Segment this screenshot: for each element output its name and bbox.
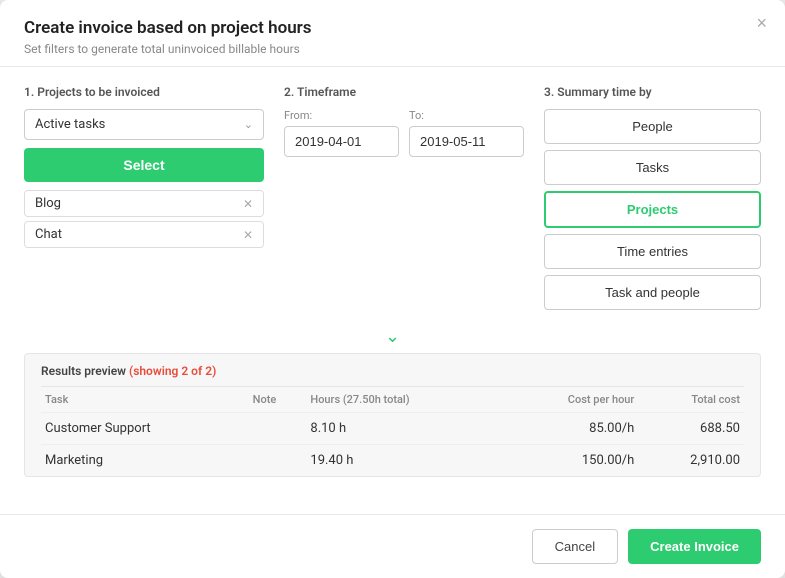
row-task: Marketing (41, 445, 249, 477)
dialog: Create invoice based on project hours Se… (0, 0, 785, 578)
from-label: From: (284, 109, 399, 122)
projects-dropdown[interactable]: Active tasks ⌄ (24, 109, 264, 140)
from-field: From: (284, 109, 399, 157)
chevron-down-icon: ⌄ (244, 118, 253, 131)
to-label: To: (409, 109, 524, 122)
row-total-cost: 688.50 (638, 413, 744, 445)
row-cost-per-hour: 85.00/h (502, 413, 638, 445)
row-note (249, 445, 307, 477)
dialog-footer: Cancel Create Invoice (0, 514, 785, 578)
cancel-button[interactable]: Cancel (532, 529, 618, 564)
dialog-subtitle: Set filters to generate total uninvoiced… (24, 42, 761, 56)
table-header-row: Task Note Hours (27.50h total) Cost per … (41, 387, 744, 413)
to-input[interactable] (409, 126, 524, 157)
summary-btn-time-entries[interactable]: Time entries (544, 234, 761, 269)
row-cost-per-hour: 150.00/h (502, 445, 638, 477)
close-button[interactable]: × (756, 14, 767, 32)
timeframe-row: From: To: (284, 109, 524, 157)
row-hours: 8.10 h (306, 413, 502, 445)
selected-item-label: Chat (35, 227, 62, 242)
dialog-body: 1. Projects to be invoiced Active tasks … (0, 67, 785, 504)
row-hours: 19.40 h (306, 445, 502, 477)
summary-label: 3. Summary time by (544, 85, 761, 99)
summary-btn-tasks[interactable]: Tasks (544, 150, 761, 185)
col-hours: Hours (27.50h total) (306, 387, 502, 413)
table-row: Customer Support 8.10 h 85.00/h 688.50 (41, 413, 744, 445)
results-header: Results preview (showing 2 of 2) (41, 364, 744, 378)
summary-btn-people[interactable]: People (544, 109, 761, 144)
selected-item: Blog ✕ (24, 190, 264, 217)
selected-item-label: Blog (35, 196, 61, 211)
timeframe-column: 2. Timeframe From: To: (284, 85, 524, 157)
remove-item-icon[interactable]: ✕ (243, 197, 253, 211)
summary-column: 3. Summary time by People Tasks Projects… (544, 85, 761, 316)
col-note: Note (249, 387, 307, 413)
row-total-cost: 2,910.00 (638, 445, 744, 477)
table-row: Marketing 19.40 h 150.00/h 2,910.00 (41, 445, 744, 477)
col-cost-per-hour: Cost per hour (502, 387, 638, 413)
dialog-title: Create invoice based on project hours (24, 18, 761, 38)
col-task: Task (41, 387, 249, 413)
projects-label: 1. Projects to be invoiced (24, 85, 264, 99)
results-preview-label: Results preview (41, 364, 126, 378)
remove-item-icon[interactable]: ✕ (243, 228, 253, 242)
from-input[interactable] (284, 126, 399, 157)
timeframe-label: 2. Timeframe (284, 85, 524, 99)
summary-btn-projects[interactable]: Projects (544, 191, 761, 228)
summary-btn-task-people[interactable]: Task and people (544, 275, 761, 310)
selected-item: Chat ✕ (24, 221, 264, 248)
results-preview: Results preview (showing 2 of 2) Task No… (24, 353, 761, 477)
projects-column: 1. Projects to be invoiced Active tasks … (24, 85, 264, 252)
create-invoice-button[interactable]: Create Invoice (628, 529, 761, 564)
results-count: (showing 2 of 2) (129, 364, 216, 378)
dialog-header: Create invoice based on project hours Se… (0, 0, 785, 67)
columns: 1. Projects to be invoiced Active tasks … (24, 85, 761, 316)
row-task: Customer Support (41, 413, 249, 445)
col-total-cost: Total cost (638, 387, 744, 413)
selected-items-list: Blog ✕ Chat ✕ (24, 190, 264, 248)
expand-section[interactable]: ⌄ (24, 316, 761, 353)
to-field: To: (409, 109, 524, 157)
dropdown-value: Active tasks (35, 117, 105, 132)
row-note (249, 413, 307, 445)
results-table: Task Note Hours (27.50h total) Cost per … (41, 386, 744, 476)
select-button[interactable]: Select (24, 148, 264, 182)
